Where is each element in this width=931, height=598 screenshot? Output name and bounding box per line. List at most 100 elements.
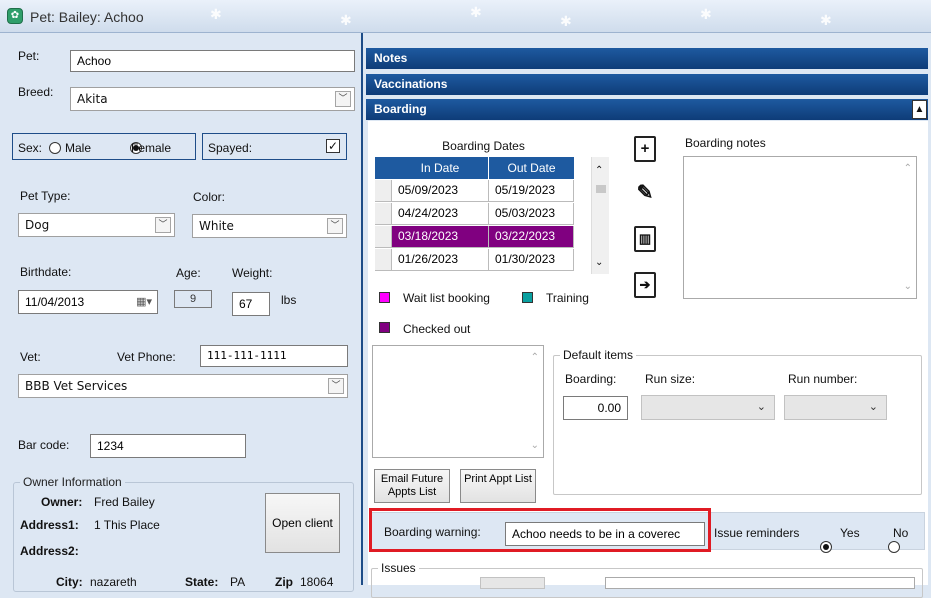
zip-label: Zip	[275, 575, 293, 589]
owner-value: Fred Bailey	[94, 495, 155, 509]
app-icon: ✿	[7, 8, 23, 24]
chevron-down-icon[interactable]: ﹀	[155, 217, 171, 233]
in-date-cell[interactable]: 05/09/2023	[392, 180, 489, 202]
snowflake-icon: ✱	[700, 6, 712, 22]
snowflake-icon: ✱	[210, 6, 222, 22]
snowflake-icon: ✱	[470, 4, 482, 20]
row-selector[interactable]	[375, 226, 392, 248]
training-swatch	[522, 292, 533, 303]
grid-corner	[375, 157, 392, 179]
chevron-down-icon[interactable]: ⌄	[757, 400, 766, 413]
legend-wait-list: Wait list booking	[403, 291, 490, 305]
scroll-thumb[interactable]	[596, 185, 606, 193]
snowflake-icon: ✱	[820, 12, 832, 28]
booking-comments-textarea[interactable]: ⌃ ⌄	[372, 345, 544, 458]
breed-select[interactable]: Akita ﹀	[70, 87, 355, 111]
sex-male-radio[interactable]	[49, 142, 61, 154]
section-vaccinations[interactable]: Vaccinations	[366, 74, 928, 95]
sex-label: Sex:	[18, 141, 43, 155]
calendar-icon[interactable]: ▦▾	[136, 291, 152, 313]
window-title: Pet: Bailey: Achoo	[30, 9, 144, 25]
reminders-yes-radio[interactable]	[820, 541, 832, 553]
in-date-cell[interactable]: 04/24/2023	[392, 203, 489, 225]
row-selector[interactable]	[375, 249, 392, 271]
issues-field[interactable]	[480, 577, 545, 589]
section-boarding[interactable]: Boarding	[366, 99, 928, 120]
add-booking-icon[interactable]: +	[634, 136, 656, 162]
collapse-icon[interactable]: ▲	[912, 100, 927, 119]
wait-list-swatch	[379, 292, 390, 303]
row-selector[interactable]	[375, 203, 392, 225]
in-date-cell[interactable]: 03/18/2023	[392, 226, 489, 248]
barcode-label: Bar code:	[18, 438, 70, 452]
vet-label: Vet:	[20, 350, 41, 364]
barcode-input[interactable]: 1234	[90, 434, 246, 458]
owner-info-title: Owner Information	[20, 475, 125, 489]
reminders-yes-label: Yes	[840, 526, 860, 540]
weight-label: Weight:	[232, 266, 273, 280]
in-date-cell[interactable]: 01/26/2023	[392, 249, 489, 271]
scroll-up-icon[interactable]: ⌃	[595, 165, 603, 176]
scroll-up-icon[interactable]: ⌃	[531, 352, 539, 363]
run-size-select[interactable]: ⌄	[641, 395, 775, 420]
vet-phone-input[interactable]: 111-111-1111	[200, 345, 348, 367]
chevron-down-icon[interactable]: ﹀	[335, 91, 351, 107]
boarding-price-input[interactable]: 0.00	[563, 396, 628, 420]
state-label: State:	[185, 575, 219, 589]
owner-label: Owner:	[41, 495, 83, 509]
spayed-label: Spayed:	[208, 141, 253, 155]
out-date-cell[interactable]: 05/19/2023	[489, 180, 574, 202]
out-date-cell[interactable]: 03/22/2023	[489, 226, 574, 248]
out-date-cell[interactable]: 05/03/2023	[489, 203, 574, 225]
out-date-cell[interactable]: 01/30/2023	[489, 249, 574, 271]
scroll-down-icon[interactable]: ⌄	[531, 440, 539, 451]
color-value: White	[199, 219, 234, 233]
scroll-down-icon[interactable]: ⌄	[595, 257, 603, 268]
scroll-down-icon[interactable]: ⌄	[904, 281, 912, 292]
reminders-no-label: No	[893, 526, 909, 540]
print-appt-list-button[interactable]: Print Appt List	[460, 469, 536, 503]
chevron-down-icon[interactable]: ﹀	[328, 378, 344, 394]
vet-select[interactable]: BBB Vet Services ﹀	[18, 374, 348, 398]
birthdate-value: 11/04/2013	[25, 295, 85, 309]
boarding-notes-textarea[interactable]: ⌃ ⌄	[683, 156, 917, 299]
birthdate-picker[interactable]: 11/04/2013 ▦▾	[18, 290, 158, 314]
move-booking-icon[interactable]: ➔	[634, 272, 656, 298]
address1-value: 1 This Place	[94, 518, 160, 532]
open-client-button[interactable]: Open client	[265, 493, 340, 553]
issues-notes-field[interactable]	[605, 577, 915, 589]
city-value: nazareth	[90, 575, 137, 589]
pet-name-input[interactable]: Achoo	[70, 50, 355, 72]
run-number-select[interactable]: ⌄	[784, 395, 887, 420]
sex-female-label: Female	[131, 141, 172, 155]
warning-highlight-box	[369, 508, 711, 552]
zip-value: 18064	[300, 575, 334, 589]
run-size-label: Run size:	[645, 372, 696, 386]
window-titlebar: ✿ Pet: Bailey: Achoo ✱ ✱ ✱ ✱ ✱ ✱	[0, 0, 931, 33]
age-value: 9	[174, 290, 212, 308]
row-selector[interactable]	[375, 180, 392, 202]
spayed-checkbox[interactable]: ✓	[326, 139, 340, 153]
delete-booking-icon[interactable]: ▥	[634, 226, 656, 252]
sex-male-label: Male	[65, 141, 92, 155]
grid-scrollbar[interactable]: ⌃ ⌄	[591, 157, 609, 274]
color-select[interactable]: White ﹀	[192, 214, 347, 238]
snowflake-icon: ✱	[340, 12, 352, 28]
pet-type-select[interactable]: Dog ﹀	[18, 213, 175, 237]
email-future-appts-button[interactable]: Email Future Appts List	[374, 469, 450, 503]
state-value: PA	[230, 575, 246, 589]
col-out-date[interactable]: Out Date	[489, 157, 574, 179]
weight-input[interactable]: 67	[232, 292, 270, 316]
default-items-label: Default items	[560, 348, 637, 362]
chevron-down-icon[interactable]: ⌄	[869, 400, 878, 413]
col-in-date[interactable]: In Date	[392, 157, 489, 179]
chevron-down-icon[interactable]: ﹀	[327, 218, 343, 234]
issue-reminders-label: Issue reminders	[714, 526, 800, 540]
run-number-label: Run number:	[788, 372, 858, 386]
legend-checked-out: Checked out	[403, 322, 471, 336]
weight-unit: lbs	[281, 293, 297, 307]
edit-booking-icon[interactable]: ✎	[634, 182, 656, 208]
address2-label: Address2:	[20, 544, 79, 558]
scroll-up-icon[interactable]: ⌃	[904, 163, 912, 174]
section-notes[interactable]: Notes	[366, 48, 928, 69]
